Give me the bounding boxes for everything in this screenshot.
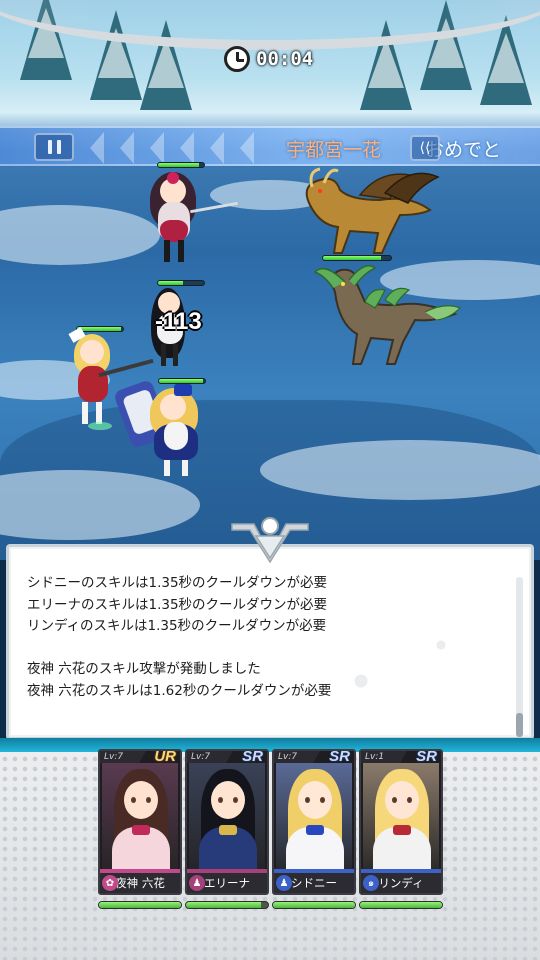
hero-card-hp-bar xyxy=(185,901,269,909)
hero-card-hp-bar xyxy=(98,901,182,909)
hero-card-level: Lv:7 xyxy=(187,751,233,763)
log-emblem-icon xyxy=(231,517,309,564)
hero-unit-sydney[interactable] xyxy=(112,378,220,483)
pause-icon xyxy=(47,140,52,154)
hero-card[interactable]: Lv:7 SR エリーナ ♟ xyxy=(185,749,269,895)
damage-number: -113 xyxy=(155,308,202,335)
forest-dragon-sprite xyxy=(313,265,462,365)
log-line: リンディのスキルは1.35秒のクールダウンが必要 xyxy=(27,618,327,635)
log-scrollbar[interactable] xyxy=(516,577,523,737)
hero-card-level: Lv:7 xyxy=(100,751,146,763)
hero-card[interactable]: Lv:1 SR リンディ ๑ xyxy=(359,749,443,895)
hero-card-level: Lv:7 xyxy=(274,751,320,763)
golden-dragon-sprite xyxy=(305,167,440,254)
hero-card-portrait xyxy=(102,763,178,881)
hero-card-rarity: SR xyxy=(242,749,263,765)
hero-unit-rikka[interactable] xyxy=(140,162,240,267)
pause-button[interactable] xyxy=(34,133,74,161)
announcement-text: 宇都宮一花 おめでと xyxy=(286,135,501,162)
battle-log-panel[interactable]: シドニーのスキルは1.35秒のクールダウンが必要 エリーナのスキルは1.35秒の… xyxy=(6,544,534,740)
hero-card-hp-bar xyxy=(359,901,443,909)
hero-card-level: Lv:1 xyxy=(361,751,407,763)
timer-text: 00:04 xyxy=(256,48,314,70)
person-icon: ♟ xyxy=(189,875,205,891)
spiral-icon: ๑ xyxy=(363,875,379,891)
announcement-player-name: 宇都宮一花 xyxy=(286,139,382,161)
person-icon: ♟ xyxy=(276,875,292,891)
hero-card-tray: Lv:7 UR 夜神 六花 ✿ Lv:7 SR エリーナ ♟ Lv:7 SR シ… xyxy=(0,738,540,960)
hero-card-portrait xyxy=(363,763,439,881)
hero-hp-bar xyxy=(157,280,205,286)
double-arrow-icon: ⟨⟨ xyxy=(419,140,431,156)
log-line: エリーナのスキルは1.35秒のクールダウンが必要 xyxy=(27,596,328,613)
enemy-hp-bar xyxy=(322,255,392,261)
speed-toggle-button[interactable]: ⟨⟨ xyxy=(410,135,440,161)
clock-icon xyxy=(224,46,250,72)
enemy-golden-dragon[interactable] xyxy=(290,165,440,261)
hero-card[interactable]: Lv:7 SR シドニー ♟ xyxy=(272,749,356,895)
battle-log-lines: シドニーのスキルは1.35秒のクールダウンが必要 エリーナのスキルは1.35秒の… xyxy=(27,573,507,703)
log-line: 夜神 六花のスキル攻撃が発動しました xyxy=(27,661,261,678)
log-scrollbar-thumb[interactable] xyxy=(516,713,523,737)
battle-field[interactable]: 00:04 宇都宮一花 おめでと ⟨⟨ -113 xyxy=(0,0,540,560)
announcement-bar: 宇都宮一花 おめでと ⟨⟨ xyxy=(0,126,540,166)
log-line: 夜神 六花のスキルは1.62秒のクールダウンが必要 xyxy=(27,682,332,699)
hero-card-rarity: SR xyxy=(416,749,437,765)
hero-hp-bar xyxy=(157,162,205,168)
log-line: シドニーのスキルは1.35秒のクールダウンが必要 xyxy=(27,575,328,591)
hero-card-portrait xyxy=(189,763,265,881)
enemy-forest-dragon[interactable] xyxy=(305,262,465,372)
hero-card-portrait xyxy=(276,763,352,881)
flower-icon: ✿ xyxy=(102,875,118,891)
battle-timer: 00:04 xyxy=(224,44,316,74)
hero-card-hp-bar xyxy=(272,901,356,909)
hero-card-rarity: SR xyxy=(329,749,350,765)
hero-card[interactable]: Lv:7 UR 夜神 六花 ✿ xyxy=(98,749,182,895)
hero-card-rarity: UR xyxy=(154,749,176,765)
